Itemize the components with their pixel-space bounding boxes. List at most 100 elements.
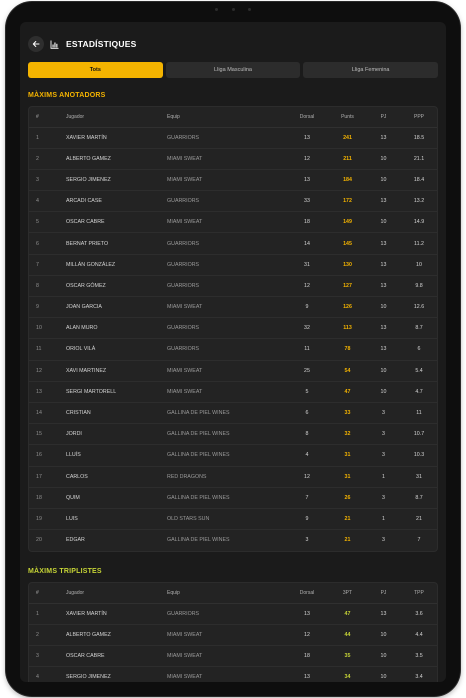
cell-team: GUARRIORS [160, 603, 287, 625]
cell-player: ALAN MURO [59, 317, 160, 340]
table-row[interactable]: 4 ARCADI CASE GUARRIORS 33 172 13 13.2 [29, 190, 437, 213]
tab-lliga-femenina[interactable]: Lliga Femenina [303, 62, 439, 78]
table-row[interactable]: 1 XAVIER MARTÍN GUARRIORS 13 47 13 3.6 [29, 603, 437, 625]
table-row[interactable]: 5 OSCAR CABRE MIAMI SWEAT 18 149 10 14.9 [29, 211, 437, 234]
cell-team: GALLINA DE PIEL WINES [160, 402, 287, 425]
cell-avg: 10 [399, 254, 437, 276]
cell-rank: 15 [29, 423, 59, 446]
cell-rank: 7 [29, 254, 59, 276]
page-title: ESTADÍSTIQUES [66, 39, 137, 49]
table-row[interactable]: 19 LUIS OLD STARS SUN 9 21 1 21 [29, 508, 437, 531]
cell-stat: 54 [327, 360, 368, 382]
cell-dorsal: 9 [287, 296, 327, 319]
cell-avg: 10.7 [399, 423, 437, 446]
table-row[interactable]: 3 SERGIO JIMENEZ MIAMI SWEAT 13 184 10 18.4 [29, 169, 437, 192]
cell-games: 10 [368, 645, 399, 668]
cell-avg: 13.2 [399, 190, 437, 213]
cell-team: GUARRIORS [160, 190, 287, 213]
cell-player: SERGI MARTORELL [59, 381, 160, 403]
cell-team: GALLINA DE PIEL WINES [167, 537, 230, 544]
cell-stat: 26 [327, 487, 368, 509]
cell-stat: 31 [327, 466, 368, 488]
table-row[interactable]: 8 OSCAR GÓMEZ GUARRIORS 12 127 13 9.8 [29, 275, 437, 298]
back-button[interactable] [28, 36, 44, 52]
table-row[interactable]: 3 OSCAR CABRE MIAMI SWEAT 18 35 10 3.5 [29, 645, 437, 668]
cell-games: 13 [368, 232, 399, 255]
column-header-dorsal: Dorsal [287, 583, 327, 604]
cell-avg: 4.4 [399, 624, 437, 646]
cell-stat: 149 [327, 211, 368, 234]
cell-games: 10 [368, 360, 399, 382]
cell-player: ARCADI CASE [59, 190, 160, 213]
cell-stat: 47 [327, 603, 368, 625]
cell-games: 3 [368, 444, 399, 467]
table-row[interactable]: 2 ALBERTO GAMEZ MIAMI SWEAT 12 44 10 4.4 [29, 624, 437, 646]
cell-games: 10 [368, 381, 399, 403]
cell-dorsal: 12 [287, 148, 327, 170]
cell-player: JOAN GARCIA [59, 296, 160, 319]
table-row[interactable]: 7 MILLÁN GONZÁLEZ GUARRIORS 31 130 13 10 [29, 254, 437, 276]
table-row[interactable]: 18 QUIM GALLINA DE PIEL WINES 7 26 3 8.7 [29, 487, 437, 509]
column-header-games: PJ [368, 583, 399, 604]
cell-avg: 3.4 [415, 674, 423, 681]
table-row[interactable]: 2 ALBERTO GAMEZ MIAMI SWEAT 12 211 10 21.1 [29, 148, 437, 170]
table-row[interactable]: 12 XAVI MARTINEZ MIAMI SWEAT 25 54 10 5.4 [29, 360, 437, 382]
cell-rank: 12 [29, 360, 59, 382]
cell-team: GALLINA DE PIEL WINES [160, 487, 287, 509]
cell-rank: 1 [29, 127, 59, 149]
cell-dorsal: 7 [287, 487, 327, 509]
cell-player: LLUÍS [59, 444, 160, 467]
column-header-stat: 3PT [327, 583, 368, 604]
cell-rank: 8 [29, 275, 59, 298]
cell-player: BERNAT PRIETO [59, 232, 160, 255]
cell-dorsal: 12 [287, 275, 327, 298]
cell-games: 3 [368, 487, 399, 509]
table-row[interactable]: 17 CARLOS RED DRAGONS 12 31 1 31 [29, 466, 437, 488]
cell-player: SERGIO JIMENEZ [66, 674, 111, 681]
table-row[interactable]: 14 CRISTIAN GALLINA DE PIEL WINES 6 33 3 11 [29, 402, 437, 425]
camera-bar [215, 7, 251, 11]
table-row[interactable]: 4 SERGIO JIMENEZ MIAMI SWEAT 13 34 10 3.4 [29, 667, 437, 682]
cell-games: 13 [368, 338, 399, 361]
table-row[interactable]: 11 ORIOL VILÀ GUARRIORS 11 78 13 6 [29, 338, 437, 361]
cell-avg: 3.5 [399, 645, 437, 668]
cell-dorsal: 13 [287, 127, 327, 149]
cell-player: ALBERTO GAMEZ [59, 624, 160, 646]
cell-team: GALLINA DE PIEL WINES [160, 444, 287, 467]
cell-player: MILLÁN GONZÁLEZ [59, 254, 160, 276]
table-row[interactable]: 20 EDGAR GALLINA DE PIEL WINES 3 21 3 7 [29, 530, 437, 551]
cell-dorsal: 9 [287, 508, 327, 531]
table-row[interactable]: 16 LLUÍS GALLINA DE PIEL WINES 4 31 3 10.3 [29, 444, 437, 467]
table-row[interactable]: 15 JORDI GALLINA DE PIEL WINES 8 32 3 10.7 [29, 423, 437, 446]
table-row[interactable]: 1 XAVIER MARTÍN GUARRIORS 13 241 13 18.5 [29, 127, 437, 149]
table-row[interactable]: 10 ALAN MURO GUARRIORS 32 113 13 8.7 [29, 317, 437, 340]
cell-rank: 6 [29, 232, 59, 255]
cell-rank: 2 [29, 148, 59, 170]
column-header-dorsal: Dorsal [287, 107, 327, 128]
tab-tots[interactable]: Tots [28, 62, 163, 78]
scorers-table: # Jugador Equip Dorsal Punts PJ PPP 1 XAVIER MA… [29, 107, 437, 551]
table-row[interactable]: 9 JOAN GARCIA MIAMI SWEAT 9 126 10 12.6 [29, 296, 437, 319]
cell-team: GUARRIORS [160, 232, 287, 255]
cell-stat: 44 [327, 624, 368, 646]
cell-rank: 10 [29, 317, 59, 340]
cell-team: GUARRIORS [160, 254, 287, 276]
cell-avg: 8.7 [399, 487, 437, 509]
cell-team: MIAMI SWEAT [160, 148, 287, 170]
tab-lliga-masculina[interactable]: Lliga Masculina [165, 62, 301, 78]
cell-games: 3 [382, 537, 385, 544]
cell-avg: 6 [399, 338, 437, 361]
table-row[interactable]: 6 BERNAT PRIETO GUARRIORS 14 145 13 11.2 [29, 232, 437, 255]
cell-avg: 18.5 [399, 127, 437, 149]
cell-rank: 14 [29, 402, 59, 425]
cell-stat: 21 [327, 508, 368, 531]
triples-header-row: # Jugador Equip Dorsal 3PT PJ TPP [29, 583, 437, 604]
table-row[interactable]: 13 SERGI MARTORELL MIAMI SWEAT 5 47 10 4.7 [29, 381, 437, 403]
column-header-player: Jugador [59, 107, 160, 128]
cell-stat: 211 [327, 148, 368, 170]
cell-avg: 3.6 [399, 603, 437, 625]
cell-games: 13 [368, 317, 399, 340]
column-header-team: Equip [160, 583, 287, 604]
cell-games: 10 [368, 169, 399, 192]
cell-rank: 2 [29, 624, 59, 646]
